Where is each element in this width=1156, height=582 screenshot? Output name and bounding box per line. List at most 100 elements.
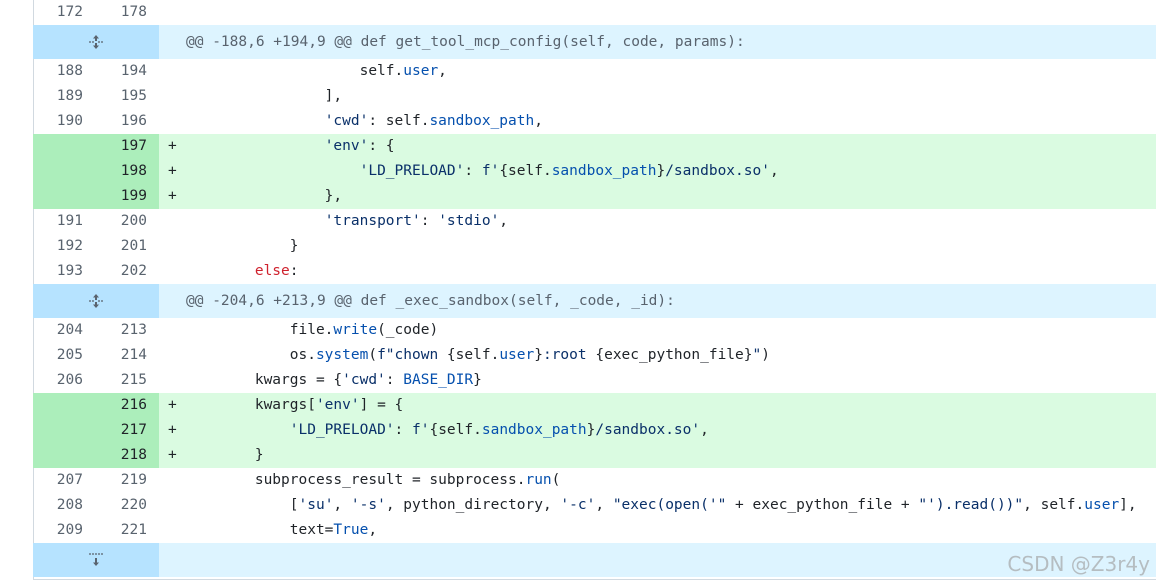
new-line-number[interactable]: 199 bbox=[95, 184, 159, 209]
code-token: kwargs = { bbox=[185, 372, 343, 388]
diff-sign bbox=[159, 468, 183, 493]
new-line-number[interactable]: 194 bbox=[95, 59, 159, 84]
new-line-number[interactable]: 216 bbox=[95, 393, 159, 418]
old-line-number[interactable] bbox=[33, 134, 95, 159]
code-token: 'stdio' bbox=[438, 213, 500, 229]
code-token: 'env' bbox=[315, 397, 360, 413]
code-token: :root bbox=[542, 347, 596, 363]
code-token: subprocess_result = subprocess. bbox=[185, 472, 526, 488]
code-token: ( bbox=[551, 472, 561, 488]
new-line-number[interactable]: 219 bbox=[95, 468, 159, 493]
code-token: 'LD_PRELOAD' bbox=[359, 163, 465, 179]
hunk-header[interactable] bbox=[33, 543, 1156, 577]
diff-sign: + bbox=[168, 422, 177, 438]
diff-sign bbox=[159, 518, 183, 543]
code-token: self. bbox=[185, 63, 404, 79]
old-line-number[interactable]: 188 bbox=[33, 59, 95, 84]
code-token: : self. bbox=[368, 113, 430, 129]
new-line-number[interactable]: 215 bbox=[95, 368, 159, 393]
code-token: 'transport' bbox=[324, 213, 421, 229]
new-line-number[interactable]: 217 bbox=[95, 418, 159, 443]
old-line-number[interactable]: 192 bbox=[33, 234, 95, 259]
expand-button[interactable] bbox=[33, 284, 159, 318]
code-token: , bbox=[368, 522, 378, 538]
code-content: 'LD_PRELOAD': f'{self.sandbox_path}/sand… bbox=[183, 418, 1156, 443]
code-token: 'cwd' bbox=[324, 113, 369, 129]
code-token: f' bbox=[412, 422, 430, 438]
new-line-number[interactable]: 200 bbox=[95, 209, 159, 234]
unfold-icon bbox=[89, 35, 103, 49]
expand-button[interactable] bbox=[33, 25, 159, 59]
hunk-header[interactable]: @@ -188,6 +194,9 @@ def get_tool_mcp_con… bbox=[33, 25, 1156, 59]
code-content: kwargs = {'cwd': BASE_DIR} bbox=[183, 368, 1156, 393]
code-content: subprocess_result = subprocess.run( bbox=[183, 468, 1156, 493]
new-line-number[interactable]: 202 bbox=[95, 259, 159, 284]
new-line-number[interactable]: 213 bbox=[95, 318, 159, 343]
new-line-number[interactable]: 197 bbox=[95, 134, 159, 159]
new-line-number[interactable]: 198 bbox=[95, 159, 159, 184]
diff-line-context: 191 200 'transport': 'stdio', bbox=[33, 209, 1156, 234]
code-token: text= bbox=[185, 522, 334, 538]
old-line-number[interactable] bbox=[33, 418, 95, 443]
old-line-number[interactable] bbox=[33, 443, 95, 468]
diff-line-added: 216 + kwargs['env'] = { bbox=[33, 393, 1156, 418]
code-token: BASE_DIR bbox=[403, 372, 474, 388]
new-line-number[interactable]: 218 bbox=[95, 443, 159, 468]
diff-sign bbox=[159, 318, 183, 343]
code-token: ( bbox=[368, 347, 378, 363]
old-line-number[interactable]: 189 bbox=[33, 84, 95, 109]
code-token: {self. bbox=[446, 347, 500, 363]
code-content: os.system(f"chown {self.user}:root {exec… bbox=[183, 343, 1156, 368]
code-token: run bbox=[525, 472, 552, 488]
code-token: file. bbox=[185, 322, 334, 338]
code-token: } bbox=[185, 238, 299, 254]
code-token: ) bbox=[761, 347, 770, 363]
new-line-number[interactable]: 221 bbox=[95, 518, 159, 543]
diff-line-added: 199 + }, bbox=[33, 184, 1156, 209]
diff-sign bbox=[159, 234, 183, 259]
old-line-number[interactable]: 190 bbox=[33, 109, 95, 134]
new-line-number[interactable]: 214 bbox=[95, 343, 159, 368]
new-line-number[interactable]: 178 bbox=[95, 0, 159, 25]
expand-button[interactable] bbox=[33, 543, 159, 577]
diff-line-context: 208 220 ['su', '-s', python_directory, '-… bbox=[33, 493, 1156, 518]
code-content: file.write(_code) bbox=[183, 318, 1156, 343]
old-line-number[interactable]: 209 bbox=[33, 518, 95, 543]
code-token: sandbox_path bbox=[429, 113, 535, 129]
old-line-number[interactable]: 204 bbox=[33, 318, 95, 343]
code-token: [ bbox=[185, 497, 299, 513]
old-line-number[interactable]: 205 bbox=[33, 343, 95, 368]
old-line-number[interactable]: 191 bbox=[33, 209, 95, 234]
diff-line-context: 207 219 subprocess_result = subprocess.ru… bbox=[33, 468, 1156, 493]
hunk-header[interactable]: @@ -204,6 +213,9 @@ def _exec_sandbox(se… bbox=[33, 284, 1156, 318]
old-line-number[interactable]: 206 bbox=[33, 368, 95, 393]
new-line-number[interactable]: 220 bbox=[95, 493, 159, 518]
old-line-number[interactable] bbox=[33, 184, 95, 209]
old-line-number[interactable]: 207 bbox=[33, 468, 95, 493]
code-content: } bbox=[183, 443, 1156, 468]
new-line-number[interactable]: 196 bbox=[95, 109, 159, 134]
diff-sign: + bbox=[168, 163, 177, 179]
code-token: } bbox=[473, 372, 482, 388]
code-token: , python_directory, bbox=[385, 497, 561, 513]
diff-view: 172 178 @@ -188,6 +194,9 @@ def get_tool_m… bbox=[33, 0, 1156, 577]
new-line-number[interactable]: 195 bbox=[95, 84, 159, 109]
code-token: , bbox=[534, 113, 543, 129]
old-line-number[interactable]: 193 bbox=[33, 259, 95, 284]
code-content: } bbox=[183, 234, 1156, 259]
code-token: , bbox=[438, 63, 447, 79]
code-token: ], bbox=[185, 88, 343, 104]
old-line-number[interactable]: 208 bbox=[33, 493, 95, 518]
code-content: self.user, bbox=[183, 59, 1156, 84]
code-content: ['su', '-s', python_directory, '-c', "ex… bbox=[183, 493, 1156, 518]
old-line-number[interactable] bbox=[33, 159, 95, 184]
old-line-number[interactable]: 172 bbox=[33, 0, 95, 25]
code-token: 'env' bbox=[324, 138, 369, 154]
diff-line-added: 197 + 'env': { bbox=[33, 134, 1156, 159]
old-line-number[interactable] bbox=[33, 393, 95, 418]
new-line-number[interactable]: 201 bbox=[95, 234, 159, 259]
code-token: '-s' bbox=[350, 497, 386, 513]
